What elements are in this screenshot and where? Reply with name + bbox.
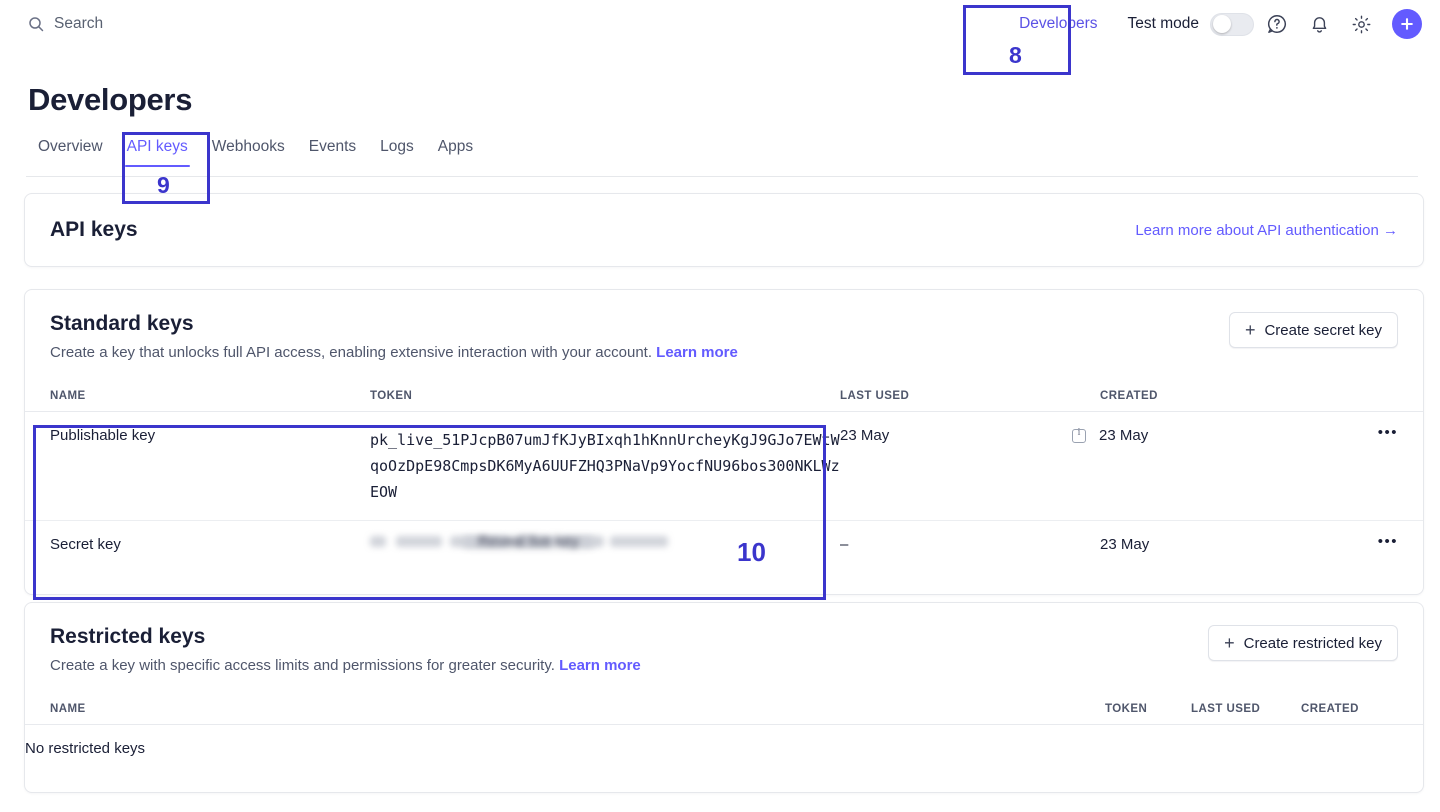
table-row[interactable]: Publishable key pk_live_51PJcpB07umJfKJy… <box>25 411 1423 522</box>
row-overflow-menu-icon[interactable]: ••• <box>1355 521 1423 570</box>
toggle-knob <box>1213 15 1231 33</box>
standard-keys-learn-more-link[interactable]: Learn more <box>656 344 738 361</box>
standard-keys-title: Standard keys <box>50 312 194 335</box>
restricted-keys-heading-block: Restricted keys Create a key with specif… <box>50 625 641 676</box>
restricted-keys-table: NAME TOKEN LAST USED CREATED No restrict… <box>25 694 1423 772</box>
notifications-button[interactable] <box>1300 5 1338 43</box>
column-header-actions <box>1355 381 1423 413</box>
standard-keys-description: Create a key that unlocks full API acces… <box>50 343 738 363</box>
plus-icon: + <box>1224 633 1235 653</box>
column-header-token: TOKEN <box>1105 694 1191 726</box>
restricted-keys-description: Create a key with specific access limits… <box>50 656 641 676</box>
help-button[interactable] <box>1258 5 1296 43</box>
info-icon[interactable] <box>1072 427 1086 444</box>
page-title: Developers <box>28 82 193 117</box>
plus-icon: + <box>1244 320 1256 340</box>
column-header-token: TOKEN <box>370 381 840 413</box>
create-button[interactable] <box>1392 9 1422 39</box>
key-token[interactable]: pk_live_51PJcpB07umJfKJyBIxqh1hKnnUrchey… <box>370 411 840 522</box>
create-secret-key-button[interactable]: + Create secret key <box>1228 312 1398 348</box>
standard-keys-description-text: Create a key that unlocks full API acces… <box>50 344 652 361</box>
gear-icon <box>1352 15 1370 33</box>
search-input[interactable]: Search <box>28 15 103 33</box>
column-header-last-used: LAST USED <box>1191 694 1301 726</box>
restricted-keys-title: Restricted keys <box>50 625 206 648</box>
row-overflow-menu-icon[interactable]: ••• <box>1355 411 1423 522</box>
restricted-keys-card: Restricted keys Create a key with specif… <box>24 602 1424 793</box>
reveal-live-key-button[interactable]: Reveal live key <box>463 533 594 550</box>
tab-bar: Overview API keys Webhooks Events Logs A… <box>26 138 485 167</box>
column-header-last-used: LAST USED <box>840 381 1100 413</box>
plus-icon <box>1401 18 1413 30</box>
key-name: Secret key <box>50 536 121 554</box>
api-keys-card: API keys Learn more about API authentica… <box>24 193 1424 267</box>
api-keys-title: API keys <box>50 218 138 241</box>
standard-keys-header-row: NAME TOKEN LAST USED CREATED <box>25 381 1423 413</box>
table-row[interactable]: Secret key Reveal live key – 23 May ••• <box>25 521 1423 570</box>
create-secret-key-label: Create secret key <box>1264 321 1382 339</box>
no-restricted-keys-message: No restricted keys <box>25 740 146 758</box>
search-icon <box>29 17 44 32</box>
key-last-used: – <box>840 536 849 554</box>
test-mode-label: Test mode <box>1127 15 1199 32</box>
standard-keys-card: Standard keys Create a key that unlocks … <box>24 289 1424 595</box>
column-header-name: NAME <box>25 694 1105 726</box>
tab-api-keys[interactable]: API keys <box>115 138 200 167</box>
standard-keys-heading-block: Standard keys Create a key that unlocks … <box>50 312 738 363</box>
key-name: Publishable key <box>25 411 370 522</box>
top-bar: Search Developers Test mode <box>0 0 1440 48</box>
restricted-keys-header-row: NAME TOKEN LAST USED CREATED <box>25 694 1423 726</box>
developers-link[interactable]: Developers <box>1011 11 1105 37</box>
tab-logs[interactable]: Logs <box>368 138 426 167</box>
api-authentication-link[interactable]: Learn more about API authentication → <box>1135 222 1398 239</box>
standard-keys-table: NAME TOKEN LAST USED CREATED Publishable… <box>25 381 1423 569</box>
test-mode-toggle[interactable] <box>1210 12 1254 36</box>
tab-webhooks[interactable]: Webhooks <box>200 138 297 167</box>
tab-overview[interactable]: Overview <box>26 138 115 167</box>
empty-state-row: No restricted keys <box>25 725 1423 773</box>
tab-apps[interactable]: Apps <box>426 138 485 167</box>
key-token-masked[interactable]: Reveal live key <box>370 521 840 570</box>
top-bar-actions: Developers Test mode <box>1011 0 1422 48</box>
help-circle-icon <box>1268 15 1286 33</box>
column-header-created: CREATED <box>1100 381 1355 413</box>
create-restricted-key-label: Create restricted key <box>1243 634 1382 652</box>
create-restricted-key-button[interactable]: + Create restricted key <box>1208 625 1398 661</box>
search-placeholder: Search <box>54 15 104 32</box>
secret-key-blurred-value: Reveal live key <box>370 533 670 554</box>
restricted-keys-learn-more-link[interactable]: Learn more <box>559 657 641 674</box>
key-created: 23 May <box>1100 536 1150 554</box>
column-header-name: NAME <box>25 381 370 413</box>
settings-button[interactable] <box>1342 5 1380 43</box>
column-header-created: CREATED <box>1301 694 1423 726</box>
key-created-cell: 23 May <box>1072 411 1355 522</box>
key-last-used: 23 May <box>840 411 1100 522</box>
tab-events[interactable]: Events <box>297 138 368 167</box>
restricted-keys-description-text: Create a key with specific access limits… <box>50 657 555 674</box>
tab-bar-divider <box>26 176 1418 177</box>
bell-icon <box>1312 16 1326 33</box>
key-created: 23 May <box>1099 427 1149 445</box>
